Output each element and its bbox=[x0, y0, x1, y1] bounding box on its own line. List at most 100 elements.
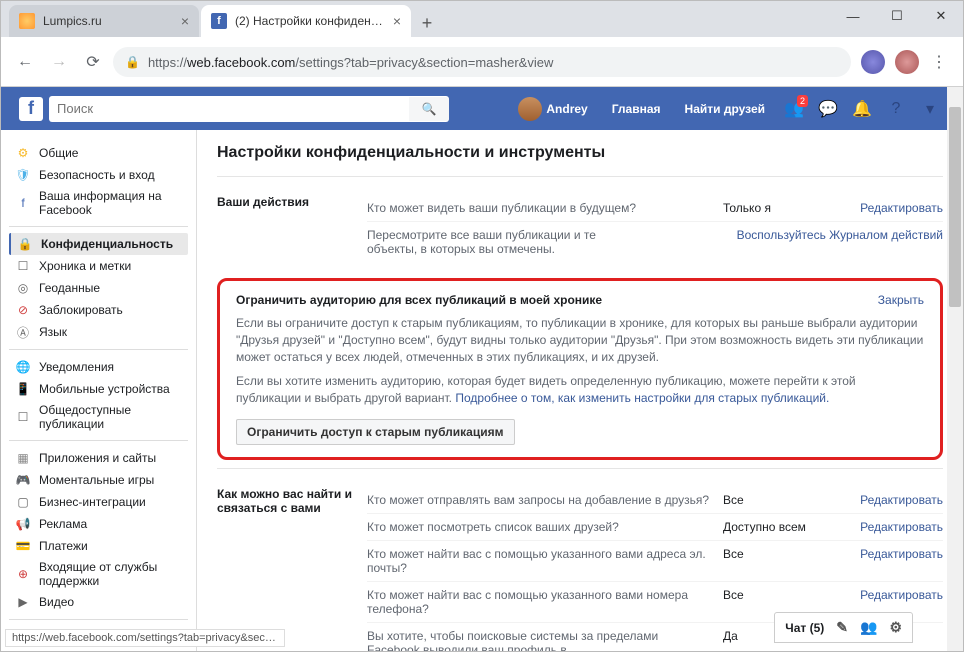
sidebar-label: Моментальные игры bbox=[39, 473, 154, 487]
sidebar-label: Язык bbox=[39, 325, 67, 339]
edit-link[interactable]: Редактировать bbox=[860, 547, 943, 561]
setting-question: Кто может посмотреть список ваших друзей… bbox=[367, 520, 723, 534]
sidebar-label: Реклама bbox=[39, 517, 87, 531]
sidebar-item[interactable]: ▶ Видео bbox=[9, 591, 188, 613]
sidebar-label: Ваша информация на Facebook bbox=[39, 189, 182, 217]
sidebar-label: Уведомления bbox=[39, 360, 114, 374]
sidebar-icon: 🌐 bbox=[15, 359, 31, 375]
sidebar-icon: 🔒 bbox=[17, 236, 33, 252]
learn-more-link[interactable]: Подробнее о том, как изменить настройки … bbox=[455, 391, 829, 405]
setting-value: Доступно всем bbox=[723, 520, 843, 534]
close-window-button[interactable]: ✕ bbox=[919, 1, 963, 31]
page-title: Настройки конфиденциальности и инструмен… bbox=[217, 144, 943, 162]
forward-button[interactable]: → bbox=[45, 48, 73, 76]
dropdown-icon[interactable]: ▾ bbox=[919, 98, 941, 120]
activity-log-link[interactable]: Воспользуйтесь Журналом действий bbox=[737, 228, 943, 242]
sidebar-label: Платежи bbox=[39, 539, 88, 553]
scrollbar[interactable] bbox=[947, 87, 963, 651]
edit-link[interactable]: Редактировать bbox=[860, 520, 943, 534]
sidebar-label: Видео bbox=[39, 595, 74, 609]
sidebar-item[interactable]: ⊕Входящие от службы поддержки bbox=[9, 557, 188, 591]
facebook-logo[interactable]: f bbox=[19, 97, 43, 121]
badge: 2 bbox=[797, 95, 808, 107]
browser-tab-lumpics[interactable]: Lumpics.ru × bbox=[9, 5, 199, 37]
profile-avatar-icon[interactable] bbox=[895, 50, 919, 74]
home-link[interactable]: Главная bbox=[602, 96, 671, 122]
close-icon[interactable]: × bbox=[181, 13, 189, 29]
panel-text: Если вы ограничите доступ к старым публи… bbox=[236, 315, 924, 365]
sidebar-icon: 🎮 bbox=[15, 472, 31, 488]
address-bar[interactable]: 🔒 https://web.facebook.com/settings?tab=… bbox=[113, 47, 851, 77]
minimize-button[interactable]: — bbox=[831, 1, 875, 31]
new-tab-button[interactable]: + bbox=[413, 9, 441, 37]
separator bbox=[9, 619, 188, 620]
close-icon[interactable]: × bbox=[393, 13, 401, 29]
sidebar-item[interactable]: 📱Мобильные устройства bbox=[9, 378, 188, 400]
edit-link[interactable]: Редактировать bbox=[860, 588, 943, 602]
limit-old-posts-button[interactable]: Ограничить доступ к старым публикациям bbox=[236, 419, 515, 445]
sidebar-item[interactable]: ☐Хроника и метки bbox=[9, 255, 188, 277]
panel-title: Ограничить аудиторию для всех публикаций… bbox=[236, 293, 602, 307]
compose-icon[interactable]: ✎ bbox=[836, 619, 848, 636]
scrollbar-thumb[interactable] bbox=[949, 107, 961, 307]
sidebar-icon: ☐ bbox=[15, 409, 31, 425]
browser-tab-bar: Lumpics.ru × f (2) Настройки конфиденциа… bbox=[1, 1, 963, 37]
sidebar-icon: 📱 bbox=[15, 381, 31, 397]
sidebar-item[interactable]: ▦Приложения и сайты bbox=[9, 447, 188, 469]
sidebar-icon: ▶ bbox=[15, 594, 31, 610]
setting-value: Все bbox=[723, 493, 843, 507]
extension-icon[interactable] bbox=[861, 50, 885, 74]
sidebar-label: Геоданные bbox=[39, 281, 100, 295]
edit-link[interactable]: Редактировать bbox=[860, 201, 943, 215]
sidebar-label: Безопасность и вход bbox=[39, 168, 155, 182]
setting-question: Пересмотрите все ваши публикации и те об… bbox=[367, 228, 613, 256]
sidebar-item[interactable]: 🎮 Моментальные игры bbox=[9, 469, 188, 491]
chat-label: Чат (5) bbox=[785, 621, 824, 635]
notifications-icon[interactable]: 🔔 bbox=[851, 98, 873, 120]
sidebar-item[interactable]: 💳 Платежи bbox=[9, 535, 188, 557]
sidebar-label: Общие bbox=[39, 146, 78, 160]
friend-requests-icon[interactable]: 👥2 bbox=[783, 98, 805, 120]
people-icon[interactable]: 👥 bbox=[860, 619, 877, 636]
sidebar-item[interactable]: fВаша информация на Facebook bbox=[9, 186, 188, 220]
setting-question: Кто может найти вас с помощью указанного… bbox=[367, 547, 723, 575]
panel-text: Если вы хотите изменить аудиторию, котор… bbox=[236, 373, 924, 407]
browser-tab-facebook[interactable]: f (2) Настройки конфиденциальн × bbox=[201, 5, 411, 37]
search-input[interactable] bbox=[57, 101, 409, 116]
sidebar-icon: 💳 bbox=[15, 538, 31, 554]
sidebar-label: Входящие от службы поддержки bbox=[39, 560, 182, 588]
sidebar-item[interactable]: 🔒Конфиденциальность bbox=[9, 233, 188, 255]
reload-button[interactable]: ⟳ bbox=[79, 48, 107, 76]
messages-icon[interactable]: 💬 bbox=[817, 98, 839, 120]
edit-link[interactable]: Редактировать bbox=[860, 493, 943, 507]
chat-bar[interactable]: Чат (5) ✎ 👥 ⚙ bbox=[774, 612, 913, 643]
find-friends-link[interactable]: Найти друзей bbox=[675, 96, 775, 122]
section-label: Как можно вас найти и связаться с вами bbox=[217, 487, 367, 651]
settings-content: Настройки конфиденциальности и инструмен… bbox=[196, 130, 963, 651]
back-button[interactable]: ← bbox=[11, 48, 39, 76]
sidebar-item[interactable]: ⒶЯзык bbox=[9, 321, 188, 343]
sidebar-icon: ▢ bbox=[15, 494, 31, 510]
sidebar-item[interactable]: 🛡Безопасность и вход bbox=[9, 164, 188, 186]
profile-link[interactable]: Andrey bbox=[508, 96, 597, 122]
close-link[interactable]: Закрыть bbox=[878, 293, 924, 307]
gear-icon[interactable]: ⚙ bbox=[889, 619, 902, 636]
help-icon[interactable]: ? bbox=[885, 98, 907, 120]
sidebar-item[interactable]: ◎ Геоданные bbox=[9, 277, 188, 299]
sidebar-item[interactable]: 🌐 Уведомления bbox=[9, 356, 188, 378]
setting-question: Кто может отправлять вам запросы на доба… bbox=[367, 493, 723, 507]
search-box[interactable]: 🔍 bbox=[49, 96, 449, 122]
sidebar-icon: ▦ bbox=[15, 450, 31, 466]
sidebar-item[interactable]: ⊘Заблокировать bbox=[9, 299, 188, 321]
sidebar-item[interactable]: 📢Реклама bbox=[9, 513, 188, 535]
sidebar-icon: ◎ bbox=[15, 280, 31, 296]
favicon: f bbox=[211, 13, 227, 29]
search-button[interactable]: 🔍 bbox=[409, 97, 449, 121]
sidebar-icon: ☐ bbox=[15, 258, 31, 274]
sidebar-item[interactable]: ⚙Общие bbox=[9, 142, 188, 164]
sidebar-item[interactable]: ▢Бизнес-интеграции bbox=[9, 491, 188, 513]
menu-button[interactable]: ⋮ bbox=[925, 48, 953, 76]
sidebar-item[interactable]: ☐Общедоступные публикации bbox=[9, 400, 188, 434]
maximize-button[interactable]: ☐ bbox=[875, 1, 919, 31]
limit-audience-panel: Ограничить аудиторию для всех публикаций… bbox=[217, 278, 943, 460]
